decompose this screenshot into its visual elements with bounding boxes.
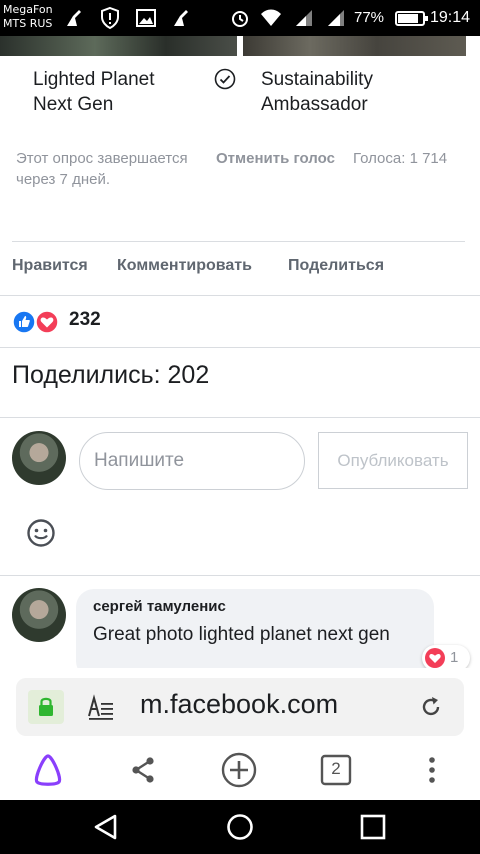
new-tab-icon[interactable] [220, 751, 258, 789]
comment-avatar[interactable] [12, 588, 66, 642]
tab-count: 2 [331, 759, 341, 778]
wifi-icon [261, 9, 281, 26]
reactions-icons[interactable] [12, 310, 62, 334]
tabs-button[interactable]: 2 [317, 751, 355, 789]
carrier-label: MegaFon MTS RUS [3, 3, 53, 31]
poll-option-2-line-1: Sustainability [261, 69, 373, 90]
signal-icon-2 [328, 10, 344, 26]
undo-vote-link[interactable]: Отменить голос [216, 148, 335, 169]
lock-icon [39, 697, 53, 716]
recents-icon[interactable] [357, 811, 389, 843]
like-button[interactable]: Нравится [12, 257, 88, 275]
poll-option-1-line-1: Lighted Planet [33, 69, 155, 90]
publish-button[interactable]: Опубликовать [318, 432, 468, 489]
votes-count: Голоса: 1 714 [353, 150, 448, 167]
comment-input[interactable] [79, 432, 305, 490]
poll-option-1-label[interactable]: Lighted Planet Next Gen [33, 67, 155, 117]
battery-percent: 77% [354, 9, 385, 26]
shield-alert-icon [101, 6, 119, 30]
reload-icon[interactable] [418, 694, 444, 720]
signal-icon-1 [296, 10, 312, 26]
poll-option-2-line-2: Ambassador [261, 94, 368, 115]
divider [0, 347, 480, 348]
comment-text: Great photo lighted planet next gen [93, 624, 390, 645]
cleaner-icon-2 [174, 10, 188, 26]
carrier-line-1: MegaFon [3, 3, 53, 16]
battery-icon [395, 11, 428, 26]
comment-author[interactable]: сергей тамуленис [93, 598, 226, 615]
image-icon [136, 9, 156, 27]
divider [0, 295, 480, 296]
shares-count[interactable]: Поделились: 202 [12, 361, 209, 390]
check-circle-icon[interactable] [214, 68, 236, 90]
comment-button[interactable]: Комментировать [117, 257, 252, 275]
alice-assistant-icon[interactable] [29, 751, 67, 789]
home-icon[interactable] [224, 811, 256, 843]
reaction-count[interactable]: 232 [69, 309, 101, 331]
divider [0, 575, 480, 576]
more-menu-icon[interactable] [413, 751, 451, 789]
share-button[interactable]: Поделиться [288, 257, 384, 275]
cleaner-icon [67, 10, 81, 26]
status-bar: MegaFon MTS RUS 77% 19:14 [0, 0, 480, 36]
url-text[interactable]: m.facebook.com [140, 689, 338, 720]
poll-option-1-line-2: Next Gen [33, 94, 114, 115]
love-reaction-icon [425, 648, 445, 668]
poll-option-image-1[interactable] [0, 36, 237, 56]
avatar [12, 431, 66, 485]
divider [12, 241, 465, 242]
emoji-icon[interactable] [26, 518, 56, 548]
alarm-icon [232, 11, 248, 27]
poll-option-2-label[interactable]: Sustainability Ambassador [261, 67, 373, 117]
reader-mode-icon[interactable] [87, 694, 115, 720]
poll-ends-text: Этот опрос завершается через 7 дней. [16, 150, 188, 188]
comment-reaction-count: 1 [450, 649, 459, 666]
clock: 19:14 [430, 9, 471, 26]
carrier-line-2: MTS RUS [3, 17, 53, 30]
back-icon[interactable] [90, 811, 122, 843]
share-icon[interactable] [124, 751, 162, 789]
lock-badge[interactable] [28, 690, 64, 724]
poll-option-image-2[interactable] [243, 36, 466, 56]
divider [0, 417, 480, 418]
